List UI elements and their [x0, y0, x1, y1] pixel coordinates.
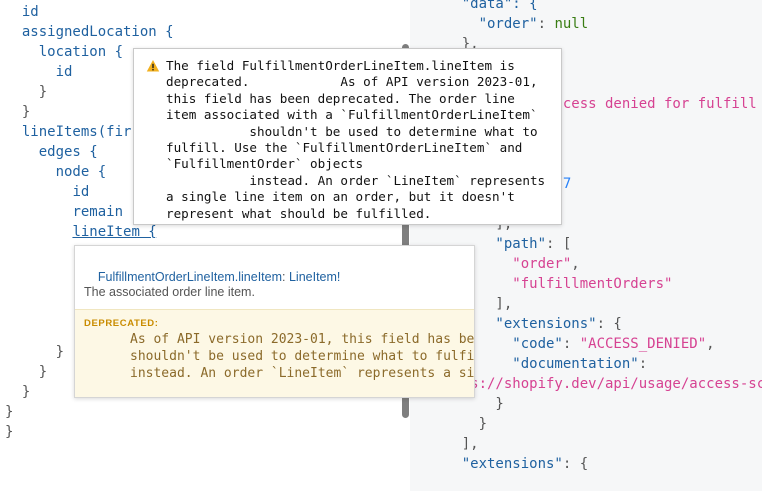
query-line: id	[5, 2, 39, 22]
query-line: }	[5, 382, 30, 402]
warning-icon	[146, 60, 160, 72]
query-line-indent	[5, 224, 72, 240]
result-token: "data": {	[428, 0, 538, 12]
result-token: ,	[571, 256, 580, 272]
query-line: lineItem {	[5, 222, 157, 242]
query-line-text: }	[38, 364, 48, 380]
result-token: }	[428, 396, 504, 412]
result-token: : [	[546, 236, 572, 252]
result-line: "extensions": {	[428, 454, 588, 474]
result-line: "data": {	[428, 0, 538, 14]
result-token: : {	[596, 316, 622, 332]
deprecation-lint-tooltip: The field FulfillmentOrderLineItem.lineI…	[133, 48, 562, 225]
query-line: edges {	[5, 142, 98, 162]
query-line-indent	[5, 4, 22, 20]
query-line: }	[5, 422, 13, 442]
query-line-indent	[5, 384, 22, 400]
query-line-text: }	[21, 384, 31, 400]
query-line-text: lineItem {	[72, 224, 157, 240]
field-info-tooltip: FulfillmentOrderLineItem.lineItem: LineI…	[74, 245, 475, 398]
result-line: "https://shopify.dev/api/usage/access-sc…	[428, 374, 762, 394]
result-token: null	[554, 16, 589, 32]
deprecation-message: The field FulfillmentOrderLineItem.lineI…	[166, 58, 546, 221]
query-line-indent	[5, 204, 72, 220]
query-line-text: }	[38, 84, 48, 100]
query-line-text: }	[5, 424, 14, 440]
result-token: : {	[562, 456, 589, 472]
query-line-indent	[5, 104, 22, 120]
query-line-indent	[5, 64, 56, 80]
result-token: }	[428, 416, 488, 432]
query-line-indent	[5, 84, 39, 100]
query-line-text: edges {	[38, 144, 98, 160]
result-token: :	[638, 356, 648, 372]
query-line-text: id	[72, 184, 90, 200]
query-line-text: id	[55, 64, 73, 80]
field-separator: :	[282, 270, 289, 284]
query-line-text: }	[55, 344, 65, 360]
deprecated-section: DEPRECATED: As of API version 2023-01, t…	[75, 309, 475, 397]
query-line-text: id	[21, 4, 39, 20]
query-line-indent	[5, 24, 22, 40]
query-line: remain	[5, 202, 123, 222]
result-token: "ACCESS_DENIED"	[579, 336, 707, 352]
query-line-text: location {	[38, 44, 124, 60]
query-line-indent	[5, 124, 22, 140]
query-line-text: lineItems(fir	[21, 124, 132, 140]
field-type-link[interactable]: LineItem!	[289, 270, 340, 284]
deprecated-reason: As of API version 2023-01, this field ha…	[130, 332, 475, 381]
query-line-indent	[5, 164, 56, 180]
result-token: ],	[428, 436, 479, 452]
query-line: }	[5, 402, 13, 422]
query-line-indent	[5, 44, 39, 60]
result-token: "extensions"	[428, 456, 563, 472]
query-line: }	[5, 82, 47, 102]
query-line-text: }	[21, 104, 31, 120]
query-line-indent	[5, 364, 39, 380]
deprecated-label: DEPRECATED:	[84, 318, 159, 329]
field-description: The associated order line item.	[84, 285, 255, 299]
result-line: "order": null	[428, 14, 589, 34]
query-line: }	[5, 362, 47, 382]
query-line-indent: }	[5, 404, 14, 420]
query-line-indent	[5, 144, 39, 160]
result-token: "order"	[428, 16, 538, 32]
query-line-indent	[5, 184, 72, 200]
query-line: node {	[5, 162, 107, 182]
query-line-indent	[5, 344, 56, 360]
result-token: ,	[706, 336, 715, 352]
query-line-text: remain	[72, 204, 124, 220]
query-line: location {	[5, 42, 123, 62]
result-line: ],	[428, 434, 479, 454]
query-line-text: assignedLocation {	[21, 24, 174, 40]
query-line-text: node {	[55, 164, 107, 180]
result-token: 7	[562, 176, 572, 192]
query-line: }	[5, 102, 30, 122]
query-line: assignedLocation {	[5, 22, 174, 42]
query-line: }	[5, 342, 64, 362]
query-line: id	[5, 182, 89, 202]
field-path-link[interactable]: FulfillmentOrderLineItem.lineItem	[98, 270, 282, 284]
query-line: lineItems(fir	[5, 122, 132, 142]
result-token: "https://shopify.dev/api/usage/access-sc…	[428, 376, 762, 392]
result-line: }	[428, 414, 487, 434]
result-token: :	[537, 16, 555, 32]
result-token: :	[562, 336, 580, 352]
query-line: id	[5, 62, 73, 82]
